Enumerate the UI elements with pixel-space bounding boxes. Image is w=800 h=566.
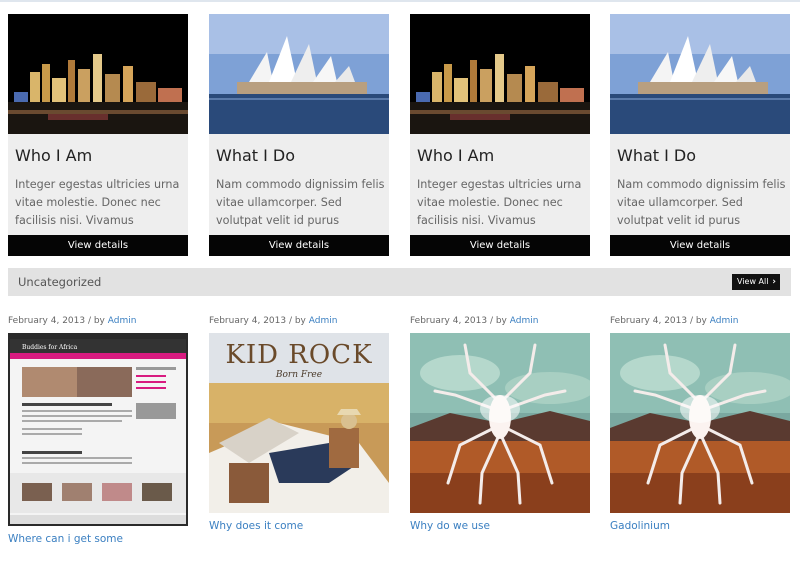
city-night-image xyxy=(410,14,590,134)
view-details-button[interactable]: View details xyxy=(610,235,790,256)
post-by: / by xyxy=(687,316,710,326)
post-meta: February 4, 2013 / by Admin xyxy=(8,315,190,328)
feature-cards: Who I Am Integer egestas ultricies urna … xyxy=(8,14,792,256)
post-author-link[interactable]: Admin xyxy=(309,316,338,326)
post-date: February 4, 2013 xyxy=(610,316,688,326)
chevron-right-icon: › xyxy=(772,277,776,287)
card-text: Integer egestas ultricies urna vitae mol… xyxy=(15,178,180,227)
card-title: What I Do xyxy=(216,146,296,165)
post-thumbnail[interactable] xyxy=(610,333,790,513)
post-meta: February 4, 2013 / by Admin xyxy=(610,315,792,328)
post-item: February 4, 2013 / by Admin KID ROCK Bor… xyxy=(209,315,391,532)
post-item: February 4, 2013 / by Admin Buddies for … xyxy=(8,315,190,545)
card-title: Who I Am xyxy=(15,146,93,165)
feature-card: What I Do Nam commodo dignissim felis vi… xyxy=(610,14,790,256)
post-title-link[interactable]: Where can i get some xyxy=(8,533,123,545)
post-date: February 4, 2013 xyxy=(410,316,488,326)
city-night-image xyxy=(8,14,188,134)
top-divider xyxy=(0,0,800,2)
view-details-button[interactable]: View details xyxy=(8,235,188,256)
post-title-link[interactable]: Why does it come xyxy=(209,520,303,532)
view-all-button[interactable]: View All › xyxy=(732,274,780,290)
card-text: Integer egestas ultricies urna vitae mol… xyxy=(417,178,582,227)
opera-house-image xyxy=(610,14,790,134)
card-title: Who I Am xyxy=(417,146,495,165)
post-item: February 4, 2013 / by Admin xyxy=(410,315,592,532)
post-meta: February 4, 2013 / by Admin xyxy=(209,315,391,328)
feature-card: What I Do Nam commodo dignissim felis vi… xyxy=(209,14,389,256)
post-by: / by xyxy=(85,316,108,326)
thumb-album-subtitle: Born Free xyxy=(275,370,322,380)
post-item: February 4, 2013 / by Admin xyxy=(610,315,792,532)
post-author-link[interactable]: Admin xyxy=(108,316,137,326)
view-details-button[interactable]: View details xyxy=(410,235,590,256)
post-thumbnail[interactable] xyxy=(410,333,590,513)
post-by: / by xyxy=(286,316,309,326)
card-text: Nam commodo dignissim felis vitae ullamc… xyxy=(617,178,786,227)
feature-card: Who I Am Integer egestas ultricies urna … xyxy=(410,14,590,256)
card-title: What I Do xyxy=(617,146,697,165)
post-date: February 4, 2013 xyxy=(209,316,287,326)
thumb-album-title: KID ROCK xyxy=(225,340,372,370)
view-all-label: View All xyxy=(737,277,769,286)
post-meta: February 4, 2013 / by Admin xyxy=(410,315,592,328)
post-thumbnail[interactable]: KID ROCK Born Free xyxy=(209,333,389,513)
section-title: Uncategorized xyxy=(18,275,102,289)
thumb-site-title: Buddies for Africa xyxy=(22,344,78,351)
opera-house-image xyxy=(209,14,389,134)
post-title-link[interactable]: Gadolinium xyxy=(610,520,670,532)
view-details-button[interactable]: View details xyxy=(209,235,389,256)
section-header: Uncategorized View All › xyxy=(8,268,791,296)
post-author-link[interactable]: Admin xyxy=(710,316,739,326)
post-thumbnail[interactable]: Buddies for Africa xyxy=(8,333,188,526)
post-grid: February 4, 2013 / by Admin Buddies for … xyxy=(8,315,792,555)
post-by: / by xyxy=(487,316,510,326)
post-date: February 4, 2013 xyxy=(8,316,86,326)
post-title-link[interactable]: Why do we use xyxy=(410,520,490,532)
post-author-link[interactable]: Admin xyxy=(510,316,539,326)
feature-card: Who I Am Integer egestas ultricies urna … xyxy=(8,14,188,256)
card-text: Nam commodo dignissim felis vitae ullamc… xyxy=(216,178,385,227)
